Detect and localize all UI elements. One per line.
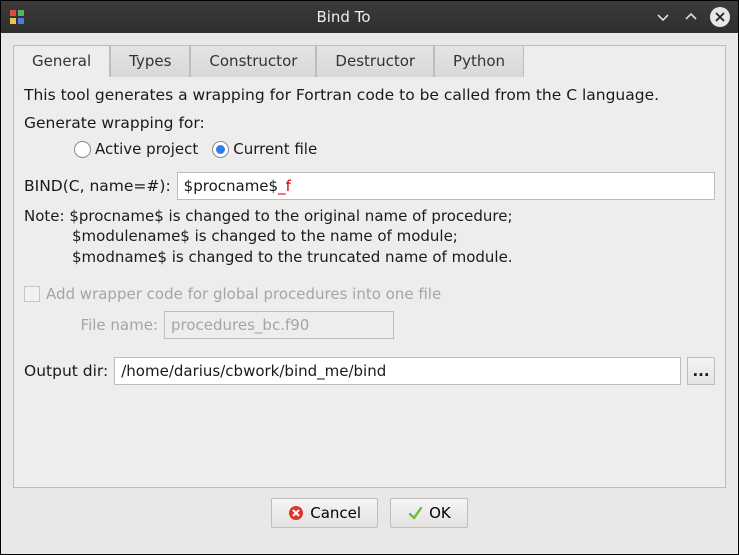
note-prefix: Note: bbox=[24, 207, 69, 225]
tab-bar: General Types Constructor Destructor Pyt… bbox=[13, 45, 524, 77]
generate-label: Generate wrapping for: bbox=[24, 114, 205, 132]
tab-python[interactable]: Python bbox=[434, 45, 524, 77]
checkbox-icon[interactable] bbox=[24, 286, 40, 302]
note-line1: $procname$ is changed to the original na… bbox=[69, 207, 512, 225]
maximize-icon[interactable] bbox=[682, 8, 700, 26]
ok-label: OK bbox=[429, 504, 451, 522]
radio-current-label: Current file bbox=[233, 140, 317, 158]
minimize-icon[interactable] bbox=[654, 8, 672, 26]
close-icon[interactable] bbox=[710, 7, 730, 27]
dialog-window: Bind To General Types Constructor Destru… bbox=[0, 0, 739, 555]
bind-value-suffix: _f bbox=[278, 177, 291, 195]
radio-current-file[interactable]: Current file bbox=[212, 140, 317, 158]
radio-active-label: Active project bbox=[95, 140, 198, 158]
note-line3: $modname$ is changed to the truncated na… bbox=[72, 248, 513, 266]
browse-label: ... bbox=[692, 362, 709, 380]
output-dir-value: /home/darius/cbwork/bind_me/bind bbox=[121, 362, 386, 380]
cancel-icon bbox=[288, 505, 304, 521]
ok-icon bbox=[407, 505, 423, 521]
radio-icon bbox=[212, 141, 229, 158]
window-title: Bind To bbox=[33, 8, 654, 26]
filename-label: File name: bbox=[50, 316, 158, 334]
tab-general[interactable]: General bbox=[13, 45, 110, 77]
titlebar: Bind To bbox=[1, 1, 738, 33]
output-dir-input[interactable]: /home/darius/cbwork/bind_me/bind bbox=[114, 357, 681, 385]
add-wrapper-label: Add wrapper code for global procedures i… bbox=[46, 285, 441, 303]
cancel-label: Cancel bbox=[310, 504, 361, 522]
description-text: This tool generates a wrapping for Fortr… bbox=[24, 86, 715, 104]
filename-row: File name: procedures_bc.f90 bbox=[50, 311, 715, 339]
content-area: General Types Constructor Destructor Pyt… bbox=[1, 33, 738, 554]
note-line2: $modulename$ is changed to the name of m… bbox=[72, 227, 458, 245]
cancel-button[interactable]: Cancel bbox=[271, 498, 378, 528]
window-controls bbox=[654, 7, 730, 27]
radio-active-project[interactable]: Active project bbox=[74, 140, 198, 158]
note-block: Note: $procname$ is changed to the origi… bbox=[24, 206, 715, 267]
filename-input: procedures_bc.f90 bbox=[164, 311, 394, 339]
browse-button[interactable]: ... bbox=[687, 357, 715, 385]
output-row: Output dir: /home/darius/cbwork/bind_me/… bbox=[24, 357, 715, 385]
tab-destructor[interactable]: Destructor bbox=[316, 45, 434, 77]
tab-constructor[interactable]: Constructor bbox=[190, 45, 316, 77]
radio-icon bbox=[74, 141, 91, 158]
ok-button[interactable]: OK bbox=[390, 498, 468, 528]
dialog-buttons: Cancel OK bbox=[13, 488, 726, 542]
bind-label: BIND(C, name=#): bbox=[24, 177, 171, 195]
tab-types[interactable]: Types bbox=[110, 45, 190, 77]
tab-container: General Types Constructor Destructor Pyt… bbox=[13, 45, 726, 488]
app-icon bbox=[9, 9, 25, 25]
output-label: Output dir: bbox=[24, 362, 108, 380]
bind-name-input[interactable]: $procname$_f bbox=[177, 172, 715, 200]
generate-radio-group: Active project Current file bbox=[74, 140, 715, 158]
add-wrapper-row: Add wrapper code for global procedures i… bbox=[24, 285, 715, 303]
general-panel: This tool generates a wrapping for Fortr… bbox=[14, 46, 725, 487]
filename-value: procedures_bc.f90 bbox=[171, 316, 309, 334]
bind-value-base: $procname$ bbox=[184, 177, 278, 195]
